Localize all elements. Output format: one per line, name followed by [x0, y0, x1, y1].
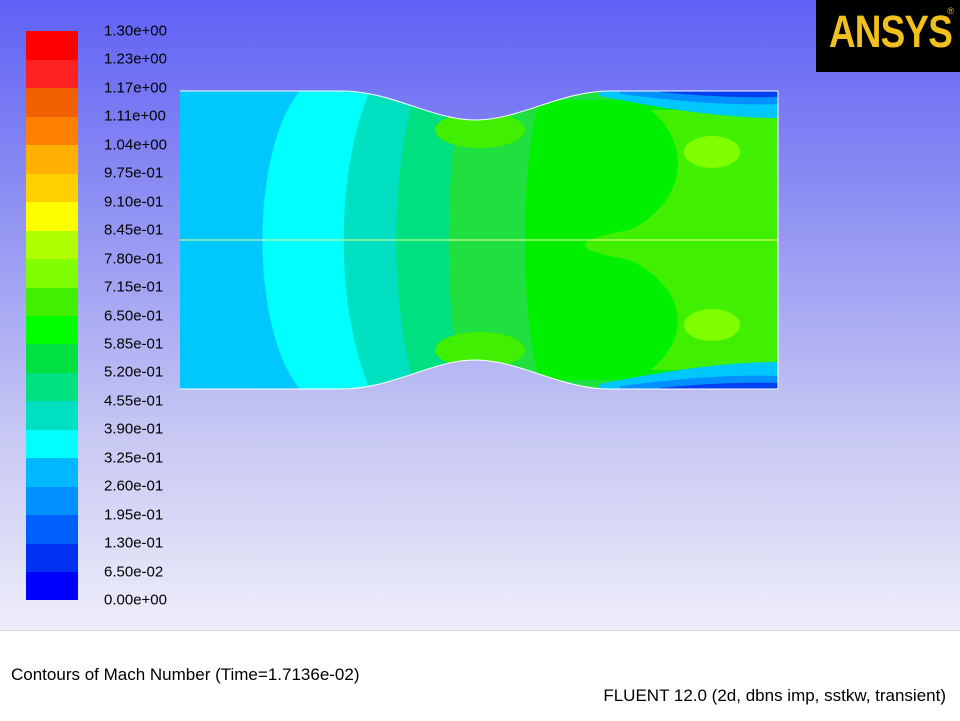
- contour-plot: [180, 90, 779, 390]
- footer-panel: Contours of Mach Number (Time=1.7136e-02…: [0, 630, 960, 721]
- contour-peak-top: [684, 136, 740, 168]
- logo-text: ANSYS: [828, 6, 953, 57]
- plot-title: Contours of Mach Number (Time=1.7136e-02…: [11, 665, 360, 684]
- logo-registered-mark: ®: [947, 6, 954, 16]
- contour-peak-bottom: [684, 309, 740, 341]
- contour-blob-top: [435, 112, 525, 148]
- ansys-logo: ANSYS ®: [816, 0, 960, 72]
- contour-blob-bottom: [435, 332, 525, 368]
- graphics-viewport[interactable]: 1.30e+00 1.23e+00 1.17e+00 1.11e+00 1.04e+00…: [0, 0, 960, 630]
- solver-info: FLUENT 12.0 (2d, dbns imp, sstkw, transi…: [603, 686, 946, 705]
